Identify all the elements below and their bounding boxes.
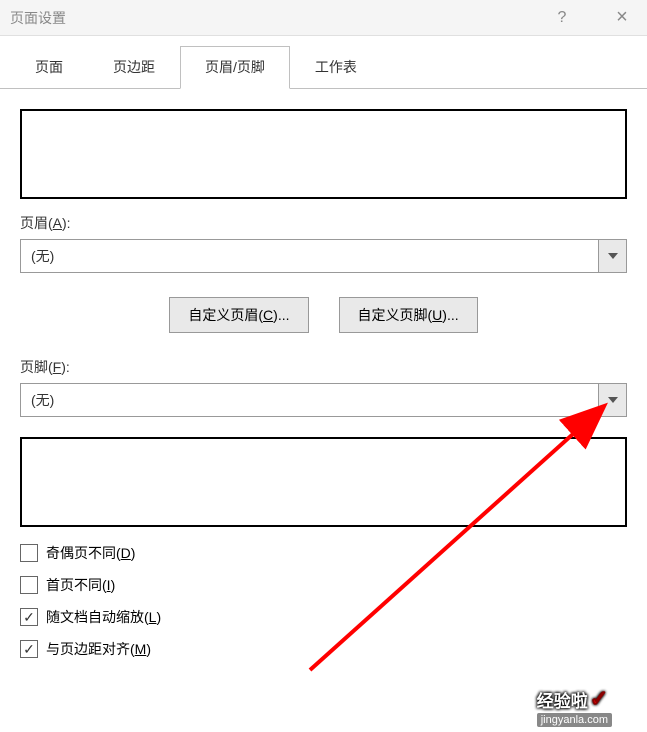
checkbox-align-margins[interactable]: 与页边距对齐(M) [20,639,627,659]
watermark: 经验啦 ✓ jingyanla.com [537,686,612,727]
tabs: 页面 页边距 页眉/页脚 工作表 [0,36,647,89]
custom-header-button[interactable]: 自定义页眉(C)... [169,297,308,333]
header-preview [20,109,627,199]
checkbox-group: 奇偶页不同(D) 首页不同(I) 随文档自动缩放(L) 与页边距对齐(M) [20,543,627,659]
watermark-url: jingyanla.com [537,713,612,727]
tab-content: 页眉(A): (无) 自定义页眉(C)... 自定义页脚(U)... 页脚(F)… [0,89,647,691]
custom-button-row: 自定义页眉(C)... 自定义页脚(U)... [20,297,627,333]
footer-label: 页脚(F): [20,357,627,377]
help-button[interactable]: ? [547,9,577,27]
footer-preview [20,437,627,527]
checkbox-diff-odd-even[interactable]: 奇偶页不同(D) [20,543,627,563]
custom-footer-button[interactable]: 自定义页脚(U)... [339,297,478,333]
tab-page[interactable]: 页面 [10,46,88,88]
tab-margins[interactable]: 页边距 [88,46,180,88]
footer-combo-dropdown[interactable] [598,384,626,416]
titlebar: 页面设置 ? × [0,0,647,36]
header-combo[interactable]: (无) [20,239,627,273]
checkbox-label: 首页不同(I) [46,575,115,595]
checkbox-box [20,608,38,626]
footer-combo[interactable]: (无) [20,383,627,417]
checkbox-box [20,640,38,658]
checkbox-label: 奇偶页不同(D) [46,543,135,563]
tab-sheet[interactable]: 工作表 [290,46,382,88]
titlebar-controls: ? × [547,6,637,29]
checkbox-scale-doc[interactable]: 随文档自动缩放(L) [20,607,627,627]
tab-header-footer[interactable]: 页眉/页脚 [180,46,290,89]
checkbox-label: 与页边距对齐(M) [46,639,151,659]
checkbox-label: 随文档自动缩放(L) [46,607,161,627]
chevron-down-icon [608,397,618,403]
chevron-down-icon [608,253,618,259]
checkbox-diff-first[interactable]: 首页不同(I) [20,575,627,595]
header-label: 页眉(A): [20,213,627,233]
checkbox-box [20,544,38,562]
checkbox-box [20,576,38,594]
header-combo-dropdown[interactable] [598,240,626,272]
window-title: 页面设置 [10,8,66,28]
header-combo-value: (无) [21,240,598,272]
footer-combo-value: (无) [21,384,598,416]
close-button[interactable]: × [607,6,637,29]
